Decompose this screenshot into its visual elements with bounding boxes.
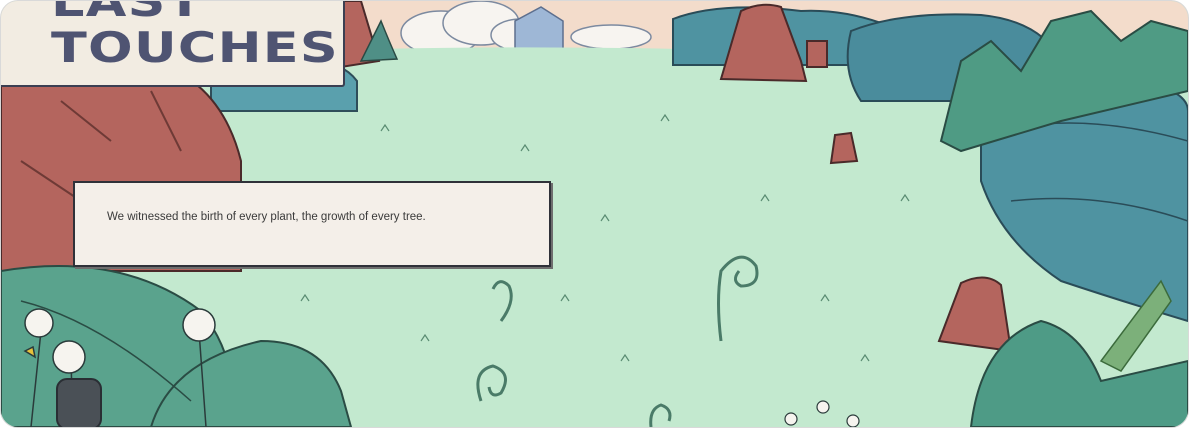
game-window: LAST TOUCHES We witnessed the birth of e… xyxy=(0,0,1189,428)
dialog-text: We witnessed the birth of every plant, t… xyxy=(107,211,426,223)
game-title-line-2: TOUCHES xyxy=(51,23,339,72)
stone-post xyxy=(56,378,102,427)
game-title-line-1: LAST xyxy=(51,1,204,26)
dialog-box[interactable]: We witnessed the birth of every plant, t… xyxy=(73,181,551,267)
game-title-card: LAST TOUCHES xyxy=(1,1,345,87)
